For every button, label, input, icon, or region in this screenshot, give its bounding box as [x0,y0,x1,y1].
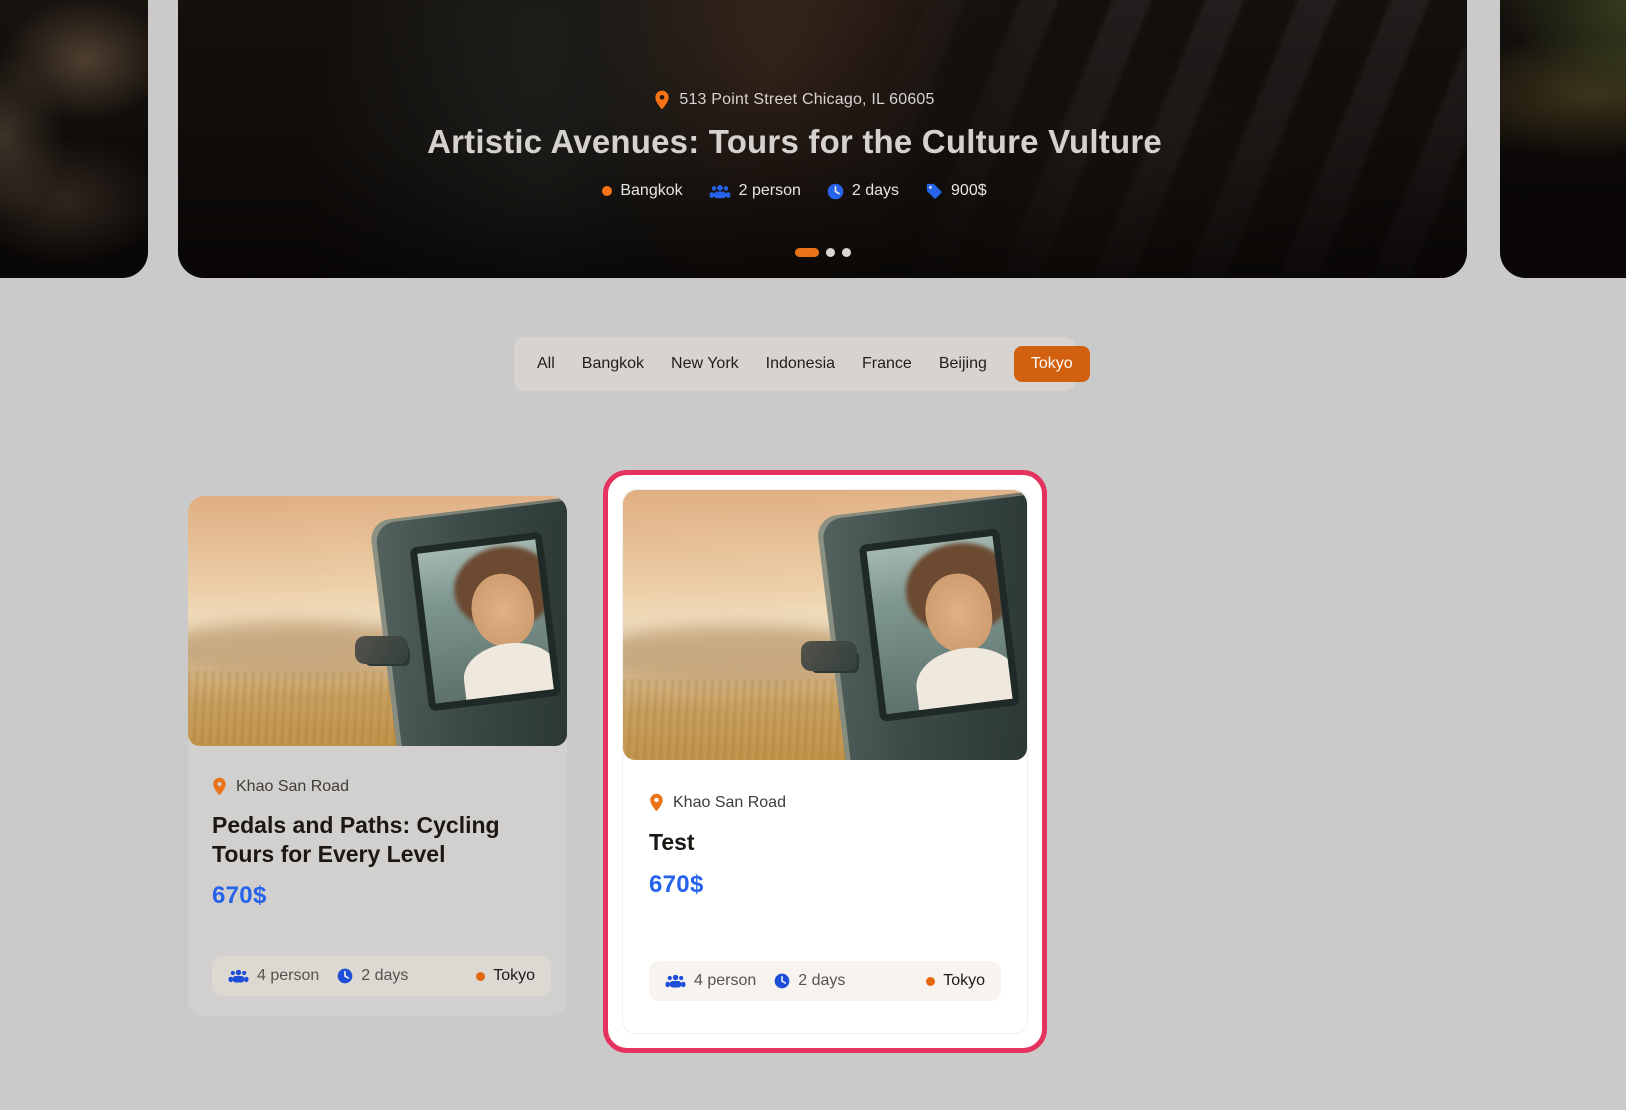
location-pin-icon [650,793,663,812]
hero-duration-label: 2 days [851,182,900,199]
carousel-dot-1[interactable] [794,248,819,257]
hero-location-label: Bangkok [620,182,683,199]
meta-persons-label: 4 person [694,972,757,990]
orange-dot-icon [926,976,936,986]
meta-duration-label: 2 days [361,967,409,985]
orange-dot-icon [476,971,486,981]
photo-van-window [859,527,1022,723]
tour-card-meta-bar: 4 person 2 days Tokyo [212,956,551,997]
hero-meta-row: Bangkok 2 person 2 days 900$ [602,182,987,200]
photo-side-mirror [354,636,408,664]
hero-meta-location: Bangkok [602,182,683,200]
tour-card-location: Khao San Road [673,793,786,811]
hero-address: 513 Point Street Chicago, IL 60605 [679,91,935,108]
meta-city-label: Tokyo [943,972,985,990]
location-pin-icon [655,90,670,110]
filter-tab-tokyo[interactable]: Tokyo [1013,346,1090,382]
users-icon [228,970,249,983]
hero-meta-duration: 2 days [827,182,899,200]
tour-card-price: 670$ [212,882,267,910]
tour-card-price: 670$ [649,871,704,899]
filter-tab-new-york[interactable]: New York [671,355,739,373]
hero-content: 513 Point Street Chicago, IL 60605 Artis… [178,0,1411,278]
previous-slide-image [0,0,148,278]
clock-icon [337,969,353,984]
hero-meta-price: 900$ [925,182,987,200]
tour-card-body: Khao San Road Test 670$ 4 person 2 days … [623,760,1027,1033]
tour-card-test[interactable]: Khao San Road Test 670$ 4 person 2 days … [622,489,1028,1034]
meta-persons: 4 person [228,967,319,985]
price-tag-icon [926,183,942,199]
users-icon [709,184,731,198]
carousel-slide-previous[interactable] [0,0,148,278]
meta-persons: 4 person [665,972,756,990]
meta-city-label: Tokyo [493,967,535,985]
clock-icon [774,973,790,989]
carousel-slide-active[interactable]: 513 Point Street Chicago, IL 60605 Artis… [178,0,1467,278]
carousel-dot-3[interactable] [841,248,851,257]
carousel-slide-next[interactable] [1500,0,1626,278]
filter-tab-france[interactable]: France [862,355,912,373]
meta-city: Tokyo [476,967,535,985]
tour-card-location-row: Khao San Road [212,777,543,796]
location-pin-icon [213,777,226,796]
clock-icon [827,183,844,199]
hero-price-label: 900$ [951,182,987,199]
tour-card-location: Khao San Road [236,777,349,795]
tour-card-photo [623,490,1027,760]
photo-side-mirror [800,641,858,671]
tour-card-location-row: Khao San Road [649,793,1001,812]
tour-card-selected-highlight: Khao San Road Test 670$ 4 person 2 days … [603,470,1047,1053]
filter-tab-indonesia[interactable]: Indonesia [766,355,835,373]
tour-card-meta-bar: 4 person 2 days Tokyo [649,961,1001,1002]
tour-card-body: Khao San Road Pedals and Paths: Cycling … [188,746,567,1016]
hero-address-row: 513 Point Street Chicago, IL 60605 [654,90,934,110]
tour-card-title: Test [649,829,695,855]
page: 513 Point Street Chicago, IL 60605 Artis… [0,0,1626,1110]
meta-city: Tokyo [926,972,985,990]
meta-duration: 2 days [774,972,845,990]
users-icon [665,974,686,988]
hero-meta-persons: 2 person [709,182,801,200]
next-slide-image [1500,0,1626,278]
filter-tab-all[interactable]: All [537,355,555,373]
tour-card-title: Pedals and Paths: Cycling Tours for Ever… [212,812,500,868]
tour-card-cycling[interactable]: Khao San Road Pedals and Paths: Cycling … [188,496,567,1017]
carousel-dots [794,248,851,257]
tour-card-photo [188,496,567,746]
meta-duration-label: 2 days [798,972,846,990]
hero-persons-label: 2 person [738,182,801,199]
filter-tab-beijing[interactable]: Beijing [939,355,987,373]
city-filter-bar: All Bangkok New York Indonesia France Be… [514,337,1090,391]
photo-van-window [409,531,562,711]
meta-duration: 2 days [337,967,408,985]
orange-dot-icon [602,186,613,196]
meta-persons-label: 4 person [257,967,320,985]
carousel-dot-2[interactable] [825,248,835,257]
hero-title: Artistic Avenues: Tours for the Culture … [427,123,1162,160]
filter-tab-bangkok[interactable]: Bangkok [582,355,644,373]
